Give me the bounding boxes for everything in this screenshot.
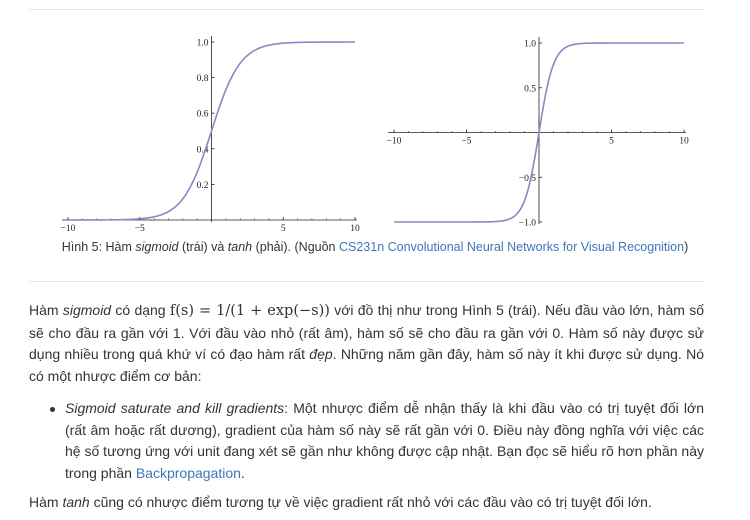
- y-tick-label: 0.6: [197, 110, 209, 120]
- backpropagation-link[interactable]: Backpropagation: [136, 465, 241, 481]
- y-tick-label: −1.0: [519, 219, 536, 229]
- bullet-text2: .: [240, 464, 245, 481]
- caption-divider: [29, 281, 704, 282]
- caption-sigmoid: sigmoid: [135, 240, 179, 254]
- caption-mid2: (phải). (Nguồn: [252, 240, 339, 254]
- activation-functions-figure: −10 −5 5 100.20.40.60.81.0 −10 −5 5 10−1.0−0.5…: [61, 36, 689, 234]
- caption-mid1: (trái) và: [178, 240, 228, 254]
- list-item: Sigmoid saturate and kill gradients: Một…: [29, 398, 704, 484]
- para2-tanh: tanh: [62, 494, 90, 510]
- y-tick-label: 1.0: [197, 39, 209, 49]
- para1-dep: đẹp: [309, 346, 333, 362]
- paragraph-sigmoid: Hàm sigmoid có dạng f(s) = 1/(1 + exp(−s…: [29, 300, 704, 387]
- sigmoid-formula: f(s) = 1/(1 + exp(−s)): [169, 303, 330, 319]
- caption-suffix: ): [684, 240, 689, 254]
- x-tick-label: −10: [61, 224, 76, 234]
- y-tick-label: 0.5: [524, 84, 536, 94]
- caption-prefix: Hình 5: Hàm: [61, 240, 136, 254]
- bullet-list: Sigmoid saturate and kill gradients: Một…: [29, 398, 704, 484]
- y-tick-label: 0.8: [197, 74, 209, 84]
- para1-text1: Hàm: [29, 302, 63, 318]
- para1-text2: có dạng: [111, 302, 170, 318]
- x-tick-label: −5: [461, 137, 471, 147]
- y-tick-label: −0.5: [519, 174, 536, 184]
- bullet-dot: [50, 407, 55, 412]
- y-tick-label: 0.2: [197, 181, 209, 191]
- sigmoid-chart: −10 −5 5 100.20.40.60.81.0: [61, 36, 360, 234]
- x-tick-label: 10: [350, 224, 360, 234]
- tanh-chart: −10 −5 5 10 −1.0 −0.5 0.5 1.0: [387, 37, 689, 229]
- x-tick-label: −5: [135, 224, 145, 234]
- para2-text1: Hàm: [29, 494, 63, 510]
- x-tick-label: 5: [281, 224, 286, 234]
- figure-caption: Hình 5: Hàm sigmoid (trái) và tanh (phải…: [0, 240, 750, 254]
- paragraph-tanh: Hàm tanh cũng có nhược điểm tương tự về …: [29, 492, 704, 514]
- caption-tanh: tanh: [227, 240, 253, 254]
- x-tick-label: −10: [387, 137, 402, 147]
- caption-source-link[interactable]: CS231n Convolutional Neural Networks for…: [339, 240, 684, 254]
- para1-sigmoid: sigmoid: [62, 302, 112, 318]
- y-tick-label: 1.0: [524, 40, 536, 50]
- x-tick-label: 10: [679, 137, 689, 147]
- bullet-title: Sigmoid saturate and kill gradients: [65, 400, 285, 416]
- para2-text2: cũng có nhược điểm tương tự về việc grad…: [89, 494, 652, 510]
- x-tick-label: 5: [609, 137, 614, 147]
